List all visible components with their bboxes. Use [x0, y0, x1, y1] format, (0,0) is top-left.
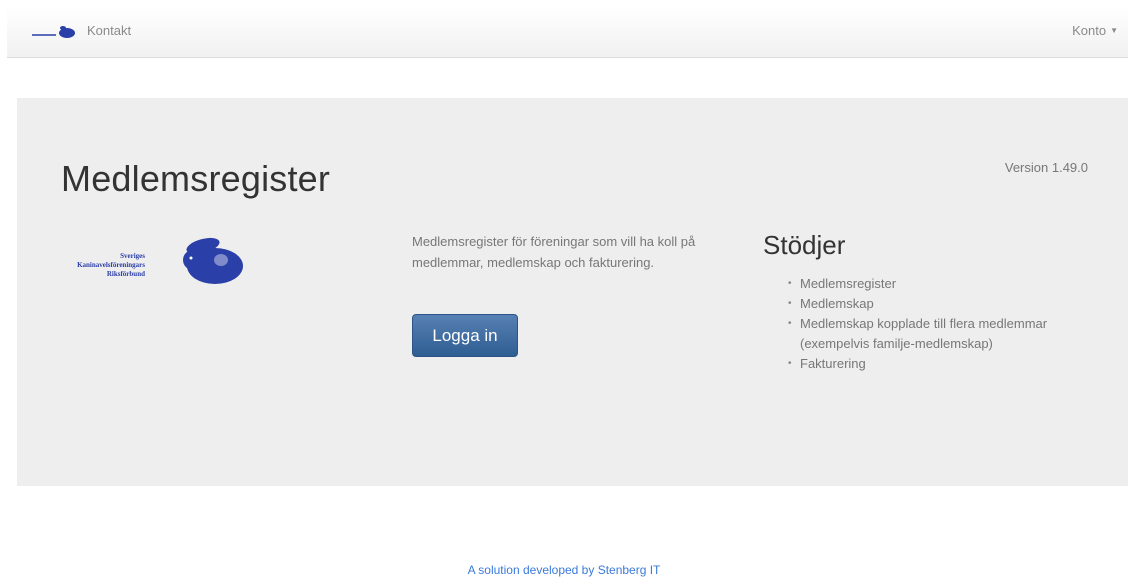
- federation-logo: Sveriges Kaninavelsföreningars Riksförbu…: [77, 237, 243, 284]
- chevron-down-icon: ▼: [1110, 26, 1118, 35]
- footer-credit-link[interactable]: A solution developed by Stenberg IT: [0, 563, 1128, 577]
- supports-list: Medlemsregister Medlemskap Medlemskap ko…: [788, 274, 1050, 374]
- rabbit-logo-icon: [32, 26, 75, 38]
- account-label: Konto: [1072, 23, 1107, 38]
- page-title: Medlemsregister: [61, 158, 331, 199]
- list-item: Medlemskap kopplade till flera medlemmar…: [788, 314, 1050, 354]
- supports-heading: Stödjer: [763, 230, 846, 260]
- nav-contact-link[interactable]: Kontakt: [87, 23, 131, 38]
- list-item: Medlemskap: [788, 294, 1050, 314]
- account-dropdown[interactable]: Konto ▼: [1072, 23, 1118, 38]
- description-text: Medlemsregister för föreningar som vill …: [412, 234, 696, 270]
- list-item: Fakturering: [788, 354, 1050, 374]
- rabbit-icon: [183, 237, 243, 284]
- login-button[interactable]: Logga in: [412, 314, 518, 357]
- logo-text-line-3: Riksförbund: [107, 270, 145, 278]
- logo-text-line-2: Kaninavelsföreningars: [77, 261, 145, 269]
- list-item: Medlemsregister: [788, 274, 1050, 294]
- hero-panel: Medlemsregister Version 1.49.0 Sveriges …: [17, 98, 1128, 486]
- version-label: Version 1.49.0: [1004, 160, 1088, 175]
- top-navbar: Kontakt Konto ▼: [7, 6, 1128, 58]
- brand-logo-small[interactable]: [32, 23, 77, 41]
- logo-text-line-1: Sveriges: [120, 252, 145, 260]
